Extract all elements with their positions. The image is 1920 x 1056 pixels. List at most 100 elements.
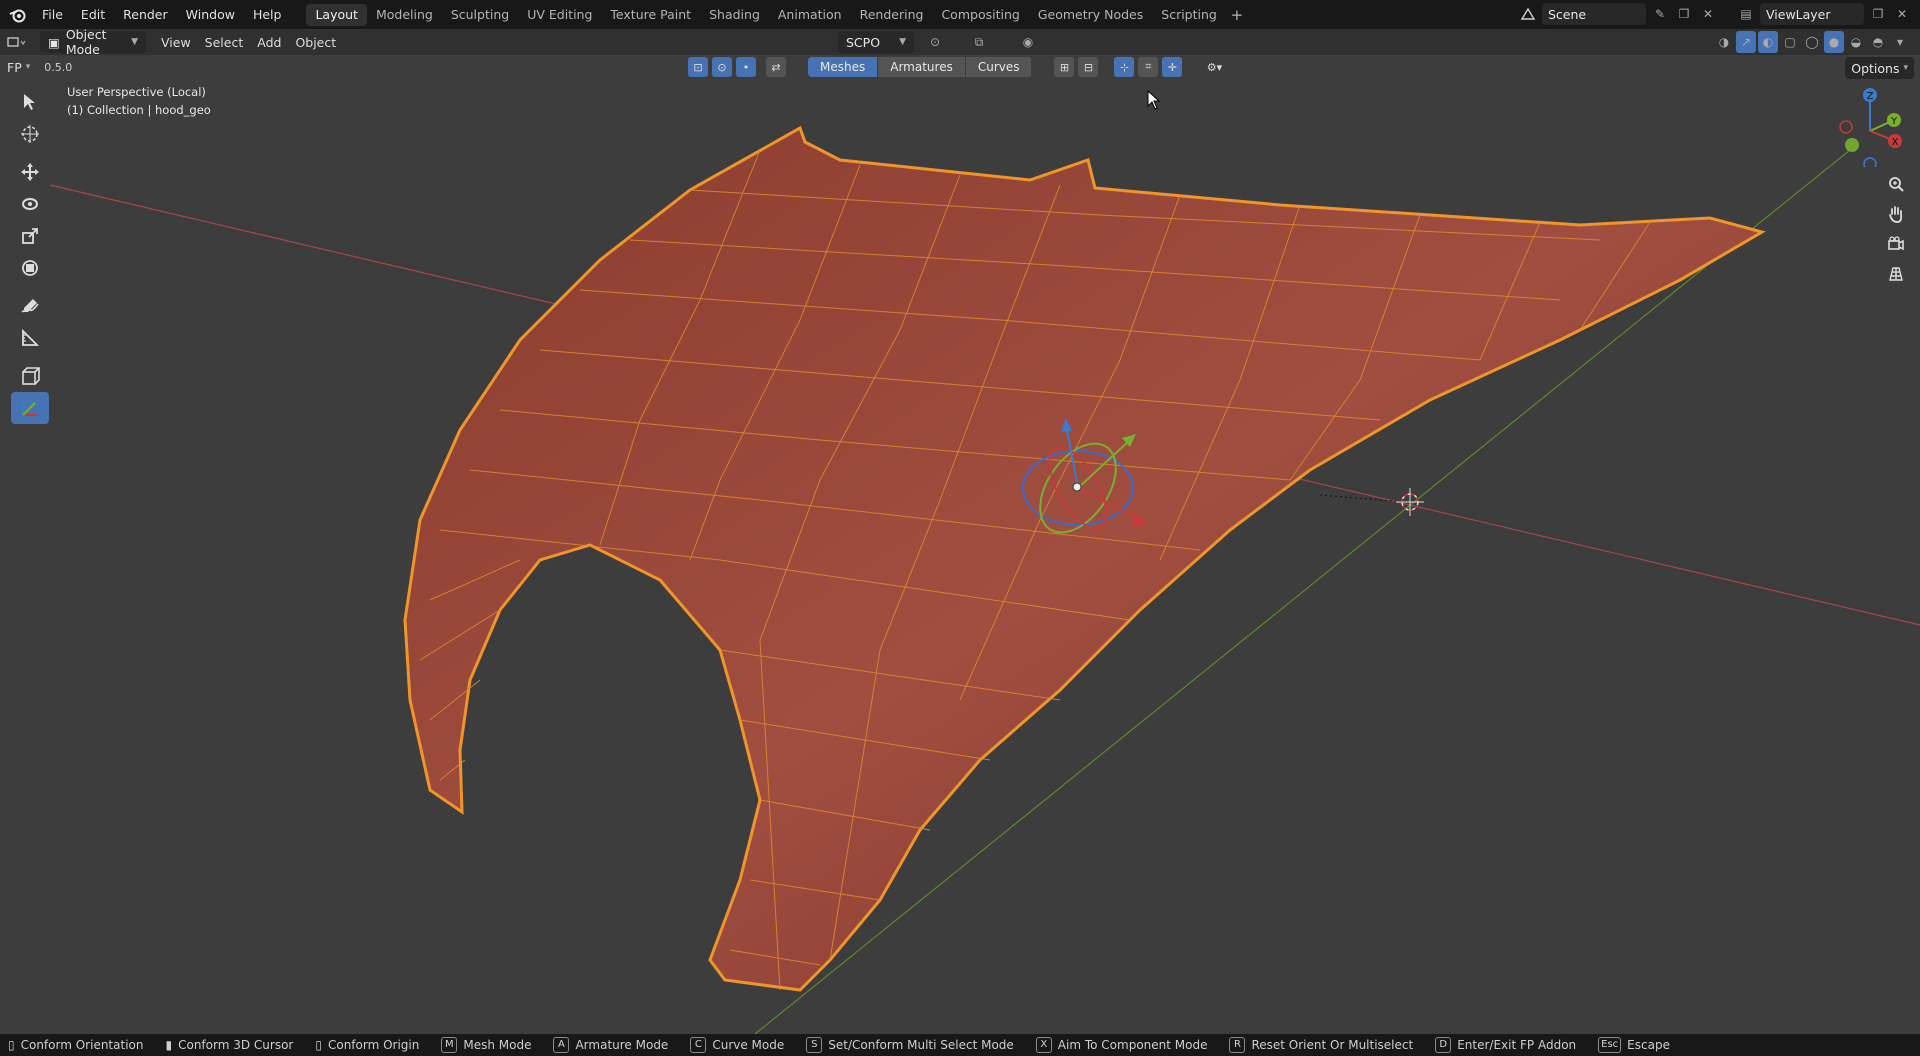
menu-window[interactable]: Window [177,4,244,26]
scene-name-field[interactable]: Scene [1542,3,1646,25]
chevron-down-icon: ▾ [25,62,31,72]
status-mesh-mode: M Mesh Mode [441,1037,531,1053]
local-orient-icon[interactable]: ⊡ [688,57,708,77]
mode-label: Object Mode [65,27,107,57]
hood-geo-mesh[interactable] [403,125,1766,992]
material-shading-icon[interactable]: ◒ [1846,31,1866,53]
scale-tool-icon[interactable] [11,220,49,252]
new-view-layer-icon[interactable]: ❐ [1868,3,1888,25]
orientation-label: SCPO [846,34,881,50]
pin-icon[interactable]: ✎ [1650,3,1670,25]
key-s: S [806,1037,823,1053]
add-menu[interactable]: Add [250,31,288,53]
3d-viewport[interactable]: Z Y X User Perspective (Local) (1) Colle… [0,79,1920,1034]
camera-view-icon[interactable] [1882,230,1910,258]
snap-vertex-icon[interactable]: ⊹ [1114,57,1135,77]
snap-icon[interactable]: ⧉ [956,31,1002,53]
tab-animation[interactable]: Animation [769,4,851,26]
status-escape: Esc Escape [1598,1037,1670,1053]
new-scene-icon[interactable]: ❐ [1674,3,1694,25]
move-tool-icon[interactable] [11,156,49,188]
options-button[interactable]: Options ▾ [1845,57,1914,79]
blender-logo-icon[interactable] [7,4,29,26]
tab-compositing[interactable]: Compositing [932,4,1028,26]
perspective-label: User Perspective (Local) [67,85,206,99]
delete-view-layer-icon[interactable]: ✕ [1892,3,1912,25]
select-tool-icon[interactable] [11,86,49,118]
mouse-middle-icon: ▮ [165,1038,173,1052]
select-menu[interactable]: Select [198,31,251,53]
wireframe-shading-icon[interactable]: ◯ [1802,31,1822,53]
segment-armatures[interactable]: Armatures [878,57,966,77]
transform-tool-icon[interactable] [11,252,49,284]
view-layer-field[interactable]: ViewLayer [1760,3,1864,25]
navigation-gizmo[interactable]: Z Y X [1830,87,1910,167]
menu-render[interactable]: Render [114,4,177,26]
perspective-toggle-icon[interactable] [1882,260,1910,288]
3d-cursor[interactable] [1319,488,1424,516]
tab-shading[interactable]: Shading [700,4,769,26]
tab-layout[interactable]: Layout [306,3,367,26]
orientation-dropdown[interactable]: SCPO ▼ [838,31,914,53]
snap-edge-icon[interactable]: ⌗ [1138,57,1159,77]
tab-texture-paint[interactable]: Texture Paint [601,4,700,26]
zoom-icon[interactable] [1882,170,1910,198]
xray-icon[interactable]: ▢ [1780,31,1800,53]
rendered-shading-icon[interactable]: ◓ [1868,31,1888,53]
cursor-tool-icon[interactable] [11,118,49,150]
cursor-mode-icon[interactable]: ⊙ [712,57,732,77]
fp-menu[interactable]: FP ▾ [0,56,37,78]
scene-icon[interactable] [1518,3,1538,25]
rotate-tool-icon[interactable] [11,188,49,220]
tab-scripting[interactable]: Scripting [1152,4,1226,26]
tab-uv-editing[interactable]: UV Editing [518,4,601,26]
add-cube-tool-icon[interactable] [11,360,49,392]
toggle-icon[interactable]: ⇄ [766,57,786,77]
annotate-tool-icon[interactable] [11,290,49,322]
chevron-down-icon[interactable]: ▾ [1890,31,1910,53]
gizmo-toggle-icon[interactable]: ↗ [1736,31,1756,53]
view-layer-icon[interactable]: ▤ [1736,3,1756,25]
segment-curves[interactable]: Curves [965,57,1033,77]
segment-meshes[interactable]: Meshes [808,57,879,77]
menu-help[interactable]: Help [244,4,291,26]
origin-mode-icon[interactable]: • [736,57,756,77]
editor-type-icon[interactable] [0,31,40,53]
solid-shading-icon[interactable]: ● [1824,31,1844,53]
top-bar: File Edit Render Window Help Layout Mode… [0,0,1920,29]
addon-version: 0.5.0 [44,60,73,74]
menu-edit[interactable]: Edit [72,4,114,26]
settings-gear-icon[interactable]: ⚙▾ [1198,57,1230,77]
mode-dropdown[interactable]: ▣ Object Mode ▼ [40,27,146,57]
status-label: Aim To Component Mode [1057,1038,1208,1052]
tab-geometry-nodes[interactable]: Geometry Nodes [1029,4,1152,26]
snap-face-icon[interactable]: ✛ [1162,57,1183,77]
status-armature-mode: A Armature Mode [553,1037,668,1053]
key-esc: Esc [1598,1037,1622,1053]
menu-file[interactable]: File [33,4,72,26]
pivot-icon[interactable]: ⊙ [920,31,950,53]
view-menu[interactable]: View [154,31,198,53]
proportional-edit-icon[interactable]: ◉ [1008,31,1048,53]
object-mode-icon: ▣ [48,34,60,50]
visibility-icon[interactable]: ◑ [1714,31,1734,53]
chevron-down-icon: ▾ [1903,63,1908,73]
delete-scene-icon[interactable]: ✕ [1698,3,1718,25]
status-reset-orient: R Reset Orient Or Multiselect [1229,1037,1413,1053]
measure-tool-icon[interactable] [11,322,49,354]
tab-rendering[interactable]: Rendering [851,4,933,26]
scene-controls: Scene ✎ ❐ ✕ ▤ ViewLayer ❐ ✕ [1518,3,1912,25]
tab-modeling[interactable]: Modeling [367,4,442,26]
fp-addon-tool-icon[interactable] [11,392,49,424]
pan-hand-icon[interactable] [1882,200,1910,228]
overlay-toggle-icon[interactable]: ◐ [1758,31,1778,53]
multi-select-icon[interactable]: ⊞ [1054,57,1075,77]
tab-sculpting[interactable]: Sculpting [442,4,518,26]
object-menu[interactable]: Object [288,31,343,53]
collection-label: (1) Collection | hood_geo [67,103,211,117]
reset-icon[interactable]: ⊟ [1078,57,1099,77]
mouse-pointer-icon [1147,90,1161,110]
add-workspace-button[interactable]: + [1226,4,1248,26]
viewport-shading-controls: ◑ ↗ ◐ ▢ ◯ ● ◒ ◓ ▾ [1714,31,1910,53]
status-label: Conform Origin [327,1038,420,1052]
